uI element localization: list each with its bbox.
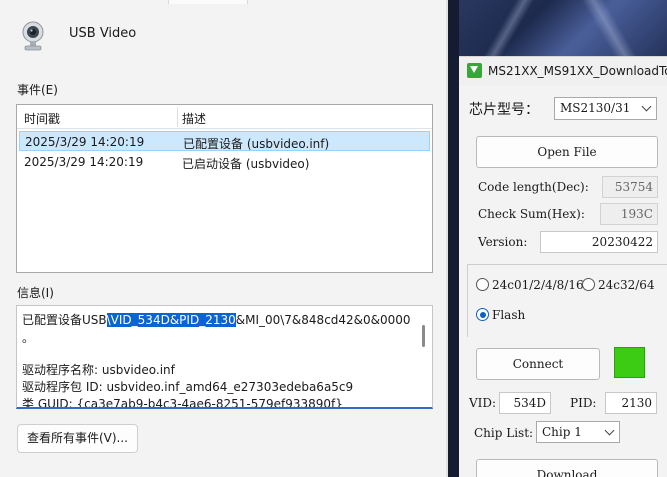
pid-label: PID:	[570, 396, 597, 410]
info-text-suffix: &MI_00\7&848cd42&0&0000	[235, 313, 411, 327]
table-row[interactable]: 2025/3/29 14:20:19 已配置设备 (usbvideo.inf)	[19, 131, 430, 151]
info-scrollbar-thumb[interactable]	[422, 325, 425, 347]
chip-list-value: Chip 1	[542, 425, 582, 439]
chip-list-label: Chip List:	[474, 426, 534, 440]
webcam-icon	[22, 21, 44, 51]
info-text-prefix: 已配置设备USB	[22, 313, 107, 327]
eeprom-type-group	[467, 264, 667, 337]
info-line-2: 。	[22, 331, 35, 345]
open-file-button[interactable]: Open File	[476, 136, 658, 168]
window-titlebar[interactable]: MS21XX_MS91XX_DownloadTool_	[459, 56, 667, 86]
info-line-driver-package: 驱动程序包 ID: usbvideo.inf_amd64_e27303edeba…	[22, 380, 354, 394]
row-description: 已启动设备 (usbvideo)	[182, 157, 310, 171]
desktop-gap	[448, 0, 459, 477]
version-label: Version:	[478, 235, 528, 249]
info-label: 信息(I)	[17, 286, 54, 300]
info-line-1: 已配置设备USB\VID_534D&PID_2130&MI_00\7&848cd…	[22, 311, 411, 328]
chevron-down-icon	[604, 425, 615, 436]
events-list-header: 时间戳 描述	[17, 105, 432, 129]
wallpaper-streak	[479, 0, 539, 56]
check-sum-label: Check Sum(Hex):	[478, 207, 585, 221]
chip-type-select[interactable]: MS2130/31	[554, 97, 657, 120]
code-length-label: Code length(Dec):	[478, 180, 589, 194]
chip-type-value: MS2130/31	[560, 101, 631, 115]
table-row[interactable]: 2025/3/29 14:20:19 已启动设备 (usbvideo)	[19, 152, 430, 172]
row-timestamp: 2025/3/29 14:20:19	[25, 135, 145, 149]
radio-24c01-label[interactable]: 24c01/2/4/8/16	[492, 278, 584, 292]
chip-type-label: 芯片型号：	[469, 102, 539, 118]
events-list[interactable]: 时间戳 描述 2025/3/29 14:20:19 已配置设备 (usbvide…	[16, 104, 433, 273]
radio-24c32-label[interactable]: 24c32/64	[598, 278, 655, 292]
chevron-down-icon	[641, 101, 652, 112]
row-description: 已配置设备 (usbvideo.inf)	[183, 137, 330, 151]
device-name: USB Video	[69, 26, 137, 41]
radio-24c01[interactable]	[476, 278, 489, 291]
column-separator[interactable]	[177, 107, 178, 127]
vid-field[interactable]: 534D	[499, 392, 551, 414]
window-title: MS21XX_MS91XX_DownloadTool_	[488, 64, 667, 78]
chip-list-select[interactable]: Chip 1	[536, 421, 620, 443]
view-all-events-button[interactable]: 查看所有事件(V)...	[17, 424, 138, 453]
info-line-class-guid: 类 GUID: {ca3e7ab9-b4c3-4ae6-8251-579ef93…	[22, 397, 343, 409]
vid-label: VID:	[469, 396, 497, 410]
tab-strip	[0, 0, 448, 4]
wallpaper-streak	[569, 0, 649, 56]
events-label: 事件(E)	[17, 83, 58, 97]
version-field[interactable]: 20230422	[540, 231, 658, 253]
desktop-wallpaper	[459, 0, 667, 56]
download-tool-window: MS21XX_MS91XX_DownloadTool_ 芯片型号： MS2130…	[459, 0, 667, 477]
radio-flash-label[interactable]: Flash	[492, 308, 525, 322]
connect-button[interactable]: Connect	[476, 348, 600, 380]
info-text-selection: \VID_534D&PID_2130	[106, 313, 236, 327]
tab-events-selected[interactable]	[168, 0, 248, 4]
connection-status-indicator	[614, 347, 645, 378]
info-line-driver-name: 驱动程序名称: usbvideo.inf	[22, 363, 175, 377]
radio-24c32[interactable]	[582, 278, 595, 291]
check-sum-field: 193C	[600, 203, 658, 225]
info-textbox[interactable]: 已配置设备USB\VID_534D&PID_2130&MI_00\7&848cd…	[16, 305, 433, 409]
column-header-timestamp[interactable]: 时间戳	[24, 110, 60, 127]
device-properties-dialog: USB Video 事件(E) 时间戳 描述 2025/3/29 14:20:1…	[0, 0, 448, 477]
column-header-description[interactable]: 描述	[182, 110, 206, 127]
code-length-field: 53754	[602, 176, 658, 198]
row-timestamp: 2025/3/29 14:20:19	[24, 155, 144, 169]
download-button[interactable]: Download	[476, 459, 658, 477]
radio-flash[interactable]	[476, 308, 489, 321]
pid-field[interactable]: 2130	[605, 392, 657, 414]
download-arrow-icon	[467, 63, 482, 78]
